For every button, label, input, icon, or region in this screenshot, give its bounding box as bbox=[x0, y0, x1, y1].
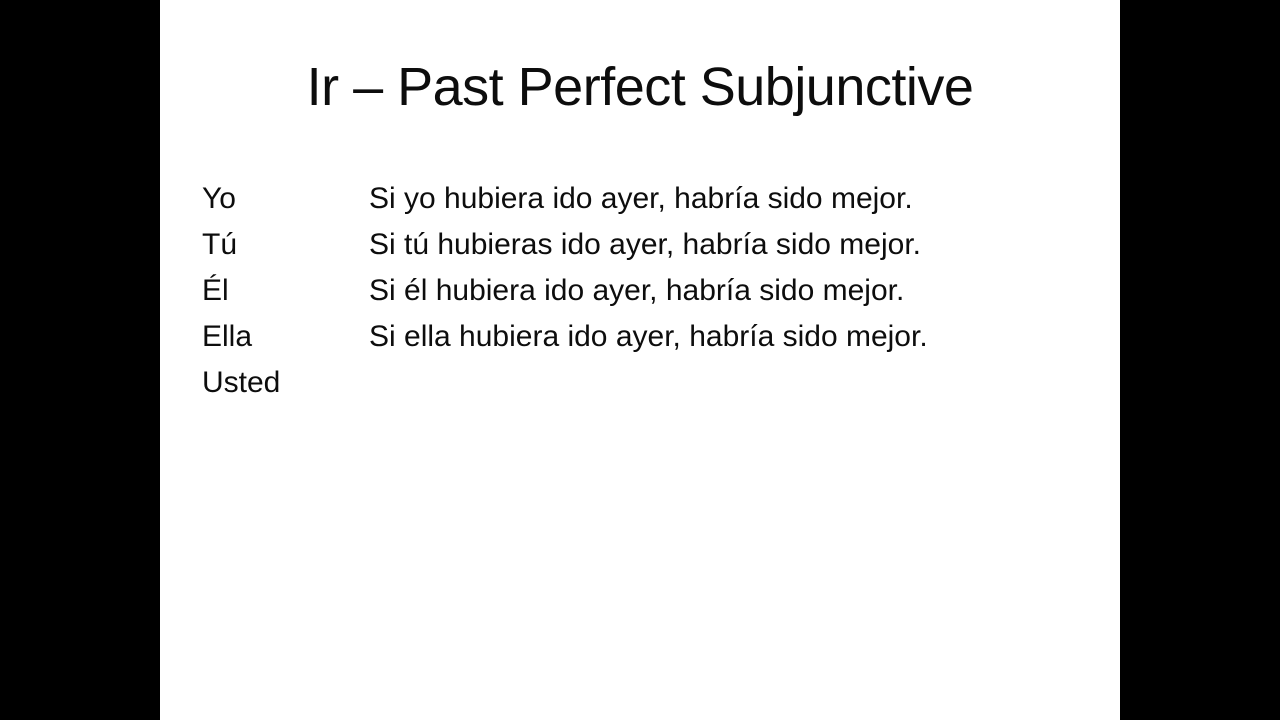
sentence-cell: Si yo hubiera ido ayer, habría sido mejo… bbox=[369, 182, 913, 215]
table-row: Tú Si tú hubieras ido ayer, habría sido … bbox=[202, 222, 1102, 268]
table-row: Él Si él hubiera ido ayer, habría sido m… bbox=[202, 268, 1102, 314]
conjugation-table: Yo Si yo hubiera ido ayer, habría sido m… bbox=[202, 176, 1102, 406]
pronoun-cell: Tú bbox=[202, 228, 238, 261]
letterbox-left bbox=[0, 0, 160, 720]
pronoun-cell: Ella bbox=[202, 320, 253, 353]
pronoun-cell: Él bbox=[202, 274, 229, 307]
sentence-cell: Si él hubiera ido ayer, habría sido mejo… bbox=[369, 274, 905, 307]
table-row: Yo Si yo hubiera ido ayer, habría sido m… bbox=[202, 176, 1102, 222]
sentence-cell: Si ella hubiera ido ayer, habría sido me… bbox=[369, 320, 928, 353]
slide-canvas: Ir – Past Perfect Subjunctive Yo Si yo h… bbox=[160, 0, 1120, 720]
table-row: Ella Si ella hubiera ido ayer, habría si… bbox=[202, 314, 1102, 360]
sentence-cell: Si tú hubieras ido ayer, habría sido mej… bbox=[369, 228, 921, 261]
pronoun-cell: Usted bbox=[202, 366, 281, 399]
slide-title: Ir – Past Perfect Subjunctive bbox=[306, 57, 974, 117]
slide-viewport: Ir – Past Perfect Subjunctive Yo Si yo h… bbox=[0, 0, 1280, 720]
table-row: Usted bbox=[202, 360, 1102, 406]
pronoun-cell: Yo bbox=[202, 182, 236, 215]
letterbox-right bbox=[1120, 0, 1280, 720]
